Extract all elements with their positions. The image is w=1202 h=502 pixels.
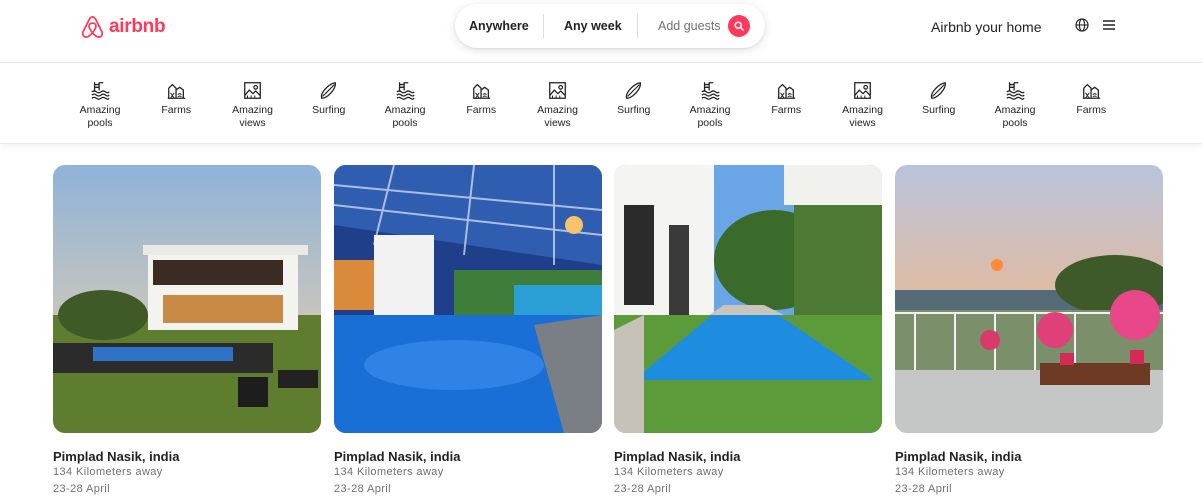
view-icon	[244, 82, 261, 99]
category-label: Farms	[466, 104, 497, 116]
category-label: Amazing views	[842, 104, 883, 129]
pool-icon	[1005, 82, 1025, 100]
search-divider	[637, 14, 638, 38]
category-item[interactable]: Farms	[1056, 80, 1126, 117]
listing-distance: 134 Kilometers away	[614, 466, 724, 478]
surfboard-icon	[931, 82, 947, 99]
category-item[interactable]: Amazing views	[218, 80, 288, 130]
listing-photo[interactable]	[895, 165, 1163, 433]
listing-photo[interactable]	[334, 165, 602, 433]
category-item[interactable]: Surfing	[294, 80, 364, 117]
airbnb-logo-icon	[81, 15, 104, 39]
listing-photo[interactable]	[53, 165, 321, 433]
search-bar[interactable]: Anywhere Any week Add guests	[455, 4, 765, 48]
logo-text: airbnb	[109, 16, 166, 37]
farm-icon	[471, 83, 491, 99]
category-label: Surfing	[922, 104, 956, 116]
globe-icon	[1075, 18, 1089, 32]
menu-icon	[1103, 20, 1115, 30]
guests-button[interactable]: Add guests	[658, 19, 721, 33]
listing-dates: 23-28 April	[895, 483, 952, 495]
category-label: Amazing pools	[689, 104, 731, 129]
search-icon	[734, 21, 744, 31]
pool-icon	[395, 82, 415, 100]
category-item[interactable]: Surfing	[904, 80, 974, 117]
category-item[interactable]: Amazing pools	[675, 80, 745, 130]
category-item[interactable]: Surfing	[599, 80, 669, 117]
language-button[interactable]	[1075, 18, 1089, 32]
category-label: Surfing	[312, 104, 346, 116]
category-label: Farms	[771, 104, 802, 116]
category-label: Amazing pools	[994, 104, 1036, 129]
listing-title: Pimplad Nasik, india	[614, 449, 741, 464]
listing-title: Pimplad Nasik, india	[334, 449, 461, 464]
dates-button[interactable]: Any week	[564, 19, 622, 33]
pool-icon	[90, 82, 110, 100]
category-label: Amazing pools	[384, 104, 426, 129]
category-label: Amazing pools	[79, 104, 121, 129]
category-label: Farms	[161, 104, 192, 116]
view-icon	[854, 82, 871, 99]
farm-icon	[776, 83, 796, 99]
farm-icon	[166, 83, 186, 99]
surfboard-icon	[321, 82, 337, 99]
search-button[interactable]	[728, 15, 750, 37]
listing-dates: 23-28 April	[53, 483, 110, 495]
category-item[interactable]: Amazing views	[828, 80, 898, 130]
category-label: Farms	[1076, 104, 1107, 116]
listing-distance: 134 Kilometers away	[895, 466, 1005, 478]
airbnb-logo[interactable]: airbnb	[80, 14, 166, 40]
category-bar: Amazing pools Farms Amazing views Surfing Am…	[0, 63, 1202, 144]
category-item[interactable]: Amazing pools	[370, 80, 440, 130]
category-label: Amazing views	[232, 104, 273, 129]
view-icon	[549, 82, 566, 99]
location-button[interactable]: Anywhere	[469, 19, 529, 33]
listing-card[interactable]: Pimplad Nasik, india 134 Kilometers away 2…	[53, 165, 321, 495]
listing-card[interactable]: Pimplad Nasik, india 134 Kilometers away 2…	[614, 165, 882, 495]
category-label: Amazing views	[537, 104, 578, 129]
category-item[interactable]: Farms	[141, 80, 211, 117]
listing-distance: 134 Kilometers away	[334, 466, 444, 478]
listing-title: Pimplad Nasik, india	[895, 449, 1022, 464]
category-item[interactable]: Amazing pools	[980, 80, 1050, 130]
category-item[interactable]: Farms	[446, 80, 516, 117]
listing-distance: 134 Kilometers away	[53, 466, 163, 478]
listing-card[interactable]: Pimplad Nasik, india 134 Kilometers away 2…	[895, 165, 1163, 495]
search-divider	[543, 14, 544, 38]
category-item[interactable]: Farms	[751, 80, 821, 117]
listing-title: Pimplad Nasik, india	[53, 449, 180, 464]
listing-photo[interactable]	[614, 165, 882, 433]
listing-card[interactable]: Pimplad Nasik, india 134 Kilometers away 2…	[334, 165, 602, 495]
listing-dates: 23-28 April	[614, 483, 671, 495]
listing-dates: 23-28 April	[334, 483, 391, 495]
top-header: airbnb Anywhere Any week Add guests Airb…	[0, 0, 1202, 63]
farm-icon	[1081, 83, 1101, 99]
category-item[interactable]: Amazing views	[523, 80, 593, 130]
host-link[interactable]: Airbnb your home	[931, 19, 1042, 35]
category-item[interactable]: Amazing pools	[65, 80, 135, 130]
menu-button[interactable]	[1103, 19, 1115, 31]
pool-icon	[700, 82, 720, 100]
surfboard-icon	[626, 82, 642, 99]
category-label: Surfing	[617, 104, 651, 116]
